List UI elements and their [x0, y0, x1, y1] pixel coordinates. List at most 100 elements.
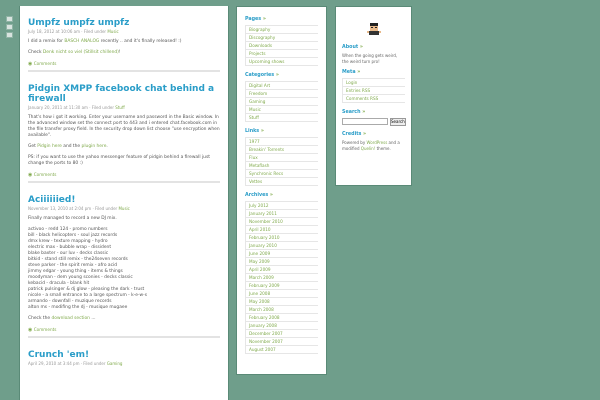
comments-link[interactable]: ◉ Comments [28, 172, 220, 183]
archive-link[interactable]: April 2009 [245, 266, 318, 274]
page-link[interactable]: Upcoming shows [245, 58, 318, 66]
text: recently .. and it's finally released! :… [99, 39, 182, 44]
meta-link[interactable]: Entries RSS [342, 87, 405, 95]
arrow-icon: » [363, 132, 367, 137]
post-category-link[interactable]: Gaming [107, 361, 123, 366]
comments-link[interactable]: ◉ Comments [28, 61, 220, 72]
widget-title: Links » [245, 129, 318, 134]
meta-link[interactable]: Comments RSS [342, 95, 405, 103]
archive-link[interactable]: March 2008 [245, 306, 318, 314]
post-category-link[interactable]: Stuff [115, 105, 124, 110]
download-link[interactable]: download section [52, 316, 90, 321]
pidgin-link[interactable]: Pidgin here [37, 144, 62, 149]
post-title[interactable]: Umpfz umpfz umpfz [28, 18, 220, 28]
track-link[interactable]: Denk nicht so viel (Stillsit chillend) [43, 50, 119, 55]
sidebar-middle: Pages » Biography Discography Downloads Pro… [236, 6, 327, 375]
category-link[interactable]: Stuff [245, 114, 318, 122]
post: Aciiiiiied! November 13, 2010 at 2:04 pm… [28, 195, 220, 338]
comments-label: Comments [33, 172, 57, 177]
avatar-icon [366, 23, 381, 35]
text: Check the [28, 316, 52, 321]
blogroll-link[interactable]: Flux [245, 154, 318, 162]
archive-link[interactable]: February 2009 [245, 282, 318, 290]
post-category-link[interactable]: Music [118, 206, 129, 211]
archive-link[interactable]: December 2007 [245, 330, 318, 338]
post-title[interactable]: Crunch 'em! [28, 350, 220, 360]
comments-link[interactable]: ◉ Comments [28, 327, 220, 338]
comments-label: Comments [33, 327, 57, 332]
post-body: That's how i got it working. Enter your … [28, 115, 220, 167]
arrow-icon: » [359, 45, 363, 50]
comment-icon: ◉ [28, 327, 33, 333]
archive-link[interactable]: February 2008 [245, 314, 318, 322]
archive-link[interactable]: August 2007 [245, 346, 318, 354]
text: ! [118, 50, 121, 55]
post-title[interactable]: Aciiiiiied! [28, 195, 220, 205]
remix-link[interactable]: BASCH ANALOG [64, 39, 99, 44]
blogroll-link[interactable]: Breakin' Torrents [245, 146, 318, 154]
blogroll-link[interactable]: Vettes [245, 178, 318, 186]
comments-rss-icon[interactable] [6, 24, 13, 30]
meta-title: Meta [342, 70, 356, 75]
pages-list: Biography Discography Downloads Projects Upc… [245, 25, 318, 66]
page-link[interactable]: Discography [245, 34, 318, 42]
search-input[interactable] [342, 118, 388, 125]
post-title[interactable]: Pidgin XMPP facebook chat behind a firew… [28, 84, 220, 104]
blogroll-link[interactable]: Synchronic Recs [245, 170, 318, 178]
archive-link[interactable]: July 2012 [245, 201, 318, 210]
plugin-link[interactable]: plugin here [82, 144, 107, 149]
archive-link[interactable]: January 2010 [245, 242, 318, 250]
archive-link[interactable]: April 2010 [245, 226, 318, 234]
archive-link[interactable]: November 2007 [245, 338, 318, 346]
about-title: About [342, 45, 359, 50]
post-date: January 20, 2011 at 11:30 am [28, 105, 88, 110]
blogroll-link[interactable]: 1977 [245, 137, 318, 146]
feed-icons [6, 16, 14, 40]
category-link[interactable]: Freedom [245, 90, 318, 98]
page-link[interactable]: Biography [245, 25, 318, 34]
widget-title: Credits » [342, 132, 405, 137]
blogroll-link[interactable]: Metaflash [245, 162, 318, 170]
category-link[interactable]: Music [245, 106, 318, 114]
post-paragraph: Check the download section ... [28, 316, 220, 322]
category-link[interactable]: Digital Art [245, 81, 318, 90]
archive-link[interactable]: November 2010 [245, 218, 318, 226]
arrow-icon: » [262, 17, 266, 22]
page-link[interactable]: Downloads [245, 42, 318, 50]
main-content: Umpfz umpfz umpfz July 18, 2012 at 10:06… [19, 6, 229, 400]
archive-link[interactable]: February 2010 [245, 234, 318, 242]
text: ... [89, 316, 96, 321]
wordpress-link[interactable]: WordPress [366, 140, 387, 145]
rss-icon[interactable] [6, 16, 13, 22]
filed-under: · Filed under [80, 361, 106, 366]
archive-link[interactable]: June 2008 [245, 290, 318, 298]
meta-link[interactable]: Login [342, 78, 405, 87]
post-paragraph: Finally managed to record a new DJ mix. [28, 216, 117, 221]
post-category-link[interactable]: Music [107, 29, 118, 34]
text: Powered by [342, 140, 367, 145]
archive-link[interactable]: March 2009 [245, 274, 318, 282]
search-title: Search [342, 110, 361, 115]
comments-label: Comments [33, 61, 57, 66]
meta-list: Login Entries RSS Comments RSS [342, 78, 405, 103]
page-link[interactable]: Projects [245, 50, 318, 58]
category-link[interactable]: Gaming [245, 98, 318, 106]
widget-title: Meta » [342, 70, 405, 75]
search-form: Search [342, 118, 406, 126]
widget-title: Categories » [245, 73, 318, 78]
archive-link[interactable]: May 2008 [245, 298, 318, 306]
text: I did a remix for [28, 39, 65, 44]
email-icon[interactable] [6, 32, 13, 38]
arrow-icon: » [269, 193, 273, 198]
archive-link[interactable]: June 2009 [245, 250, 318, 258]
archive-link[interactable]: January 2008 [245, 322, 318, 330]
avatar [366, 21, 381, 35]
search-button[interactable]: Search [390, 118, 406, 126]
credits-title: Credits [342, 132, 362, 137]
theme-link[interactable]: Quelin! [361, 146, 376, 151]
text: Get [28, 144, 38, 149]
archive-link[interactable]: January 2011 [245, 210, 318, 218]
post-date: November 13, 2010 at 2:04 pm [28, 206, 92, 211]
archive-link[interactable]: May 2009 [245, 258, 318, 266]
post: Umpfz umpfz umpfz July 18, 2012 at 10:06… [28, 18, 220, 72]
